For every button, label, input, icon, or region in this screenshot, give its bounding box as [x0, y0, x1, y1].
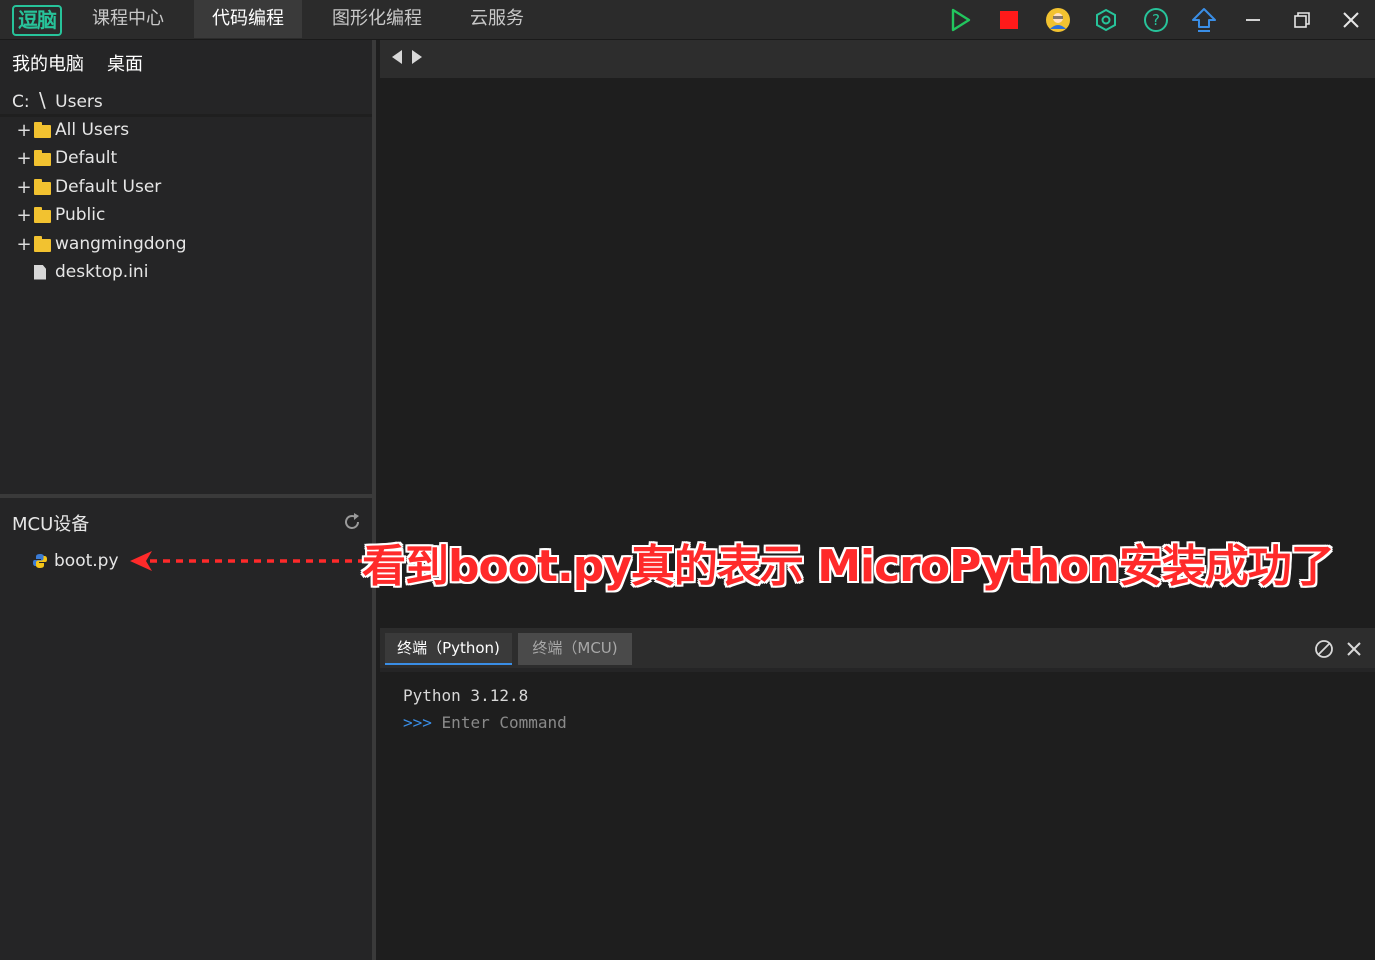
terminal-tab-bar: 终端（Python) 终端（MCU)	[380, 628, 1375, 668]
expand-icon[interactable]: +	[14, 205, 34, 226]
tree-item-label: Public	[55, 205, 106, 225]
terminal-prompt: >>>	[403, 713, 432, 732]
run-icon[interactable]	[946, 5, 976, 35]
help-icon[interactable]: ?	[1141, 5, 1171, 35]
tab-course-center[interactable]: 课程中心	[74, 0, 182, 38]
tree-item-default-user[interactable]: + Default User	[14, 173, 161, 201]
tab-graphic-programming[interactable]: 图形化编程	[318, 0, 436, 38]
terminal-command-input[interactable]: Enter Command	[442, 713, 567, 732]
tree-item-label: desktop.ini	[55, 262, 149, 282]
refresh-icon[interactable]	[342, 512, 362, 536]
folder-icon	[34, 206, 51, 223]
mcu-file-boot-py[interactable]: boot.py	[32, 547, 119, 575]
tree-item-wangmingdong[interactable]: + wangmingdong	[14, 230, 187, 258]
mcu-panel-title: MCU设备	[12, 514, 90, 535]
folder-icon	[34, 235, 51, 252]
title-bar: 逗脑 课程中心 代码编程 图形化编程 云服务 ?	[0, 0, 1375, 40]
tree-item-label: All Users	[55, 120, 130, 140]
stop-icon[interactable]	[994, 5, 1024, 35]
expand-icon[interactable]: +	[14, 177, 34, 198]
app-logo[interactable]: 逗脑	[12, 5, 62, 36]
file-icon	[34, 264, 46, 280]
expand-icon[interactable]: +	[14, 148, 34, 169]
terminal-version-line: Python 3.12.8	[403, 686, 529, 705]
restore-icon[interactable]	[1287, 5, 1317, 35]
breadcrumb-drive[interactable]: C:	[12, 92, 30, 112]
mcu-file-label: boot.py	[54, 551, 119, 571]
minimize-icon[interactable]	[1238, 5, 1268, 35]
tab-code-programming[interactable]: 代码编程	[194, 0, 302, 38]
terminal-input-line[interactable]: >>> Enter Command	[403, 713, 567, 732]
expand-icon[interactable]: +	[14, 120, 34, 141]
close-terminal-icon[interactable]	[1344, 639, 1364, 663]
scroll-left-icon[interactable]	[390, 48, 404, 70]
breadcrumb-separator: \	[39, 88, 46, 112]
tab-terminal-python[interactable]: 终端（Python)	[385, 633, 512, 665]
folder-icon	[34, 149, 51, 166]
scroll-right-icon[interactable]	[410, 48, 424, 70]
folder-icon	[34, 178, 51, 195]
expand-icon[interactable]: +	[14, 234, 34, 255]
annotation-arrow	[130, 551, 364, 571]
tree-item-label: Default User	[55, 177, 162, 197]
breadcrumb-folder[interactable]: Users	[55, 92, 103, 112]
tab-terminal-mcu[interactable]: 终端（MCU)	[518, 633, 632, 665]
tab-desktop[interactable]: 桌面	[107, 50, 143, 76]
terminal-output[interactable]: Python 3.12.8 >>> Enter Command	[380, 668, 1375, 960]
editor-tab-bar	[380, 40, 1375, 78]
tree-item-desktop-ini[interactable]: desktop.ini	[14, 258, 148, 286]
tree-item-all-users[interactable]: + All Users	[14, 116, 129, 144]
panel-splitter[interactable]	[0, 494, 372, 498]
svg-text:?: ?	[1152, 11, 1160, 29]
tree-item-public[interactable]: + Public	[14, 201, 105, 229]
tab-my-computer[interactable]: 我的电脑	[12, 50, 84, 76]
breadcrumb: C: \ Users	[12, 88, 103, 112]
python-icon	[32, 553, 48, 569]
folder-icon	[34, 121, 51, 138]
tree-item-default[interactable]: + Default	[14, 144, 117, 172]
close-icon[interactable]	[1336, 5, 1366, 35]
avatar-icon[interactable]	[1043, 5, 1073, 35]
annotation-text: 看到boot.py真的表示 MicroPython安装成功了	[362, 541, 1335, 592]
tree-item-label: Default	[55, 148, 118, 168]
tab-cloud-service[interactable]: 云服务	[456, 0, 538, 38]
upload-icon[interactable]	[1189, 5, 1219, 35]
settings-hex-icon[interactable]	[1091, 5, 1121, 35]
file-browser-panel: 我的电脑 桌面 C: \ Users + All Users + Default +…	[0, 40, 376, 960]
tree-item-label: wangmingdong	[55, 234, 187, 254]
clear-terminal-icon[interactable]	[1314, 639, 1334, 663]
